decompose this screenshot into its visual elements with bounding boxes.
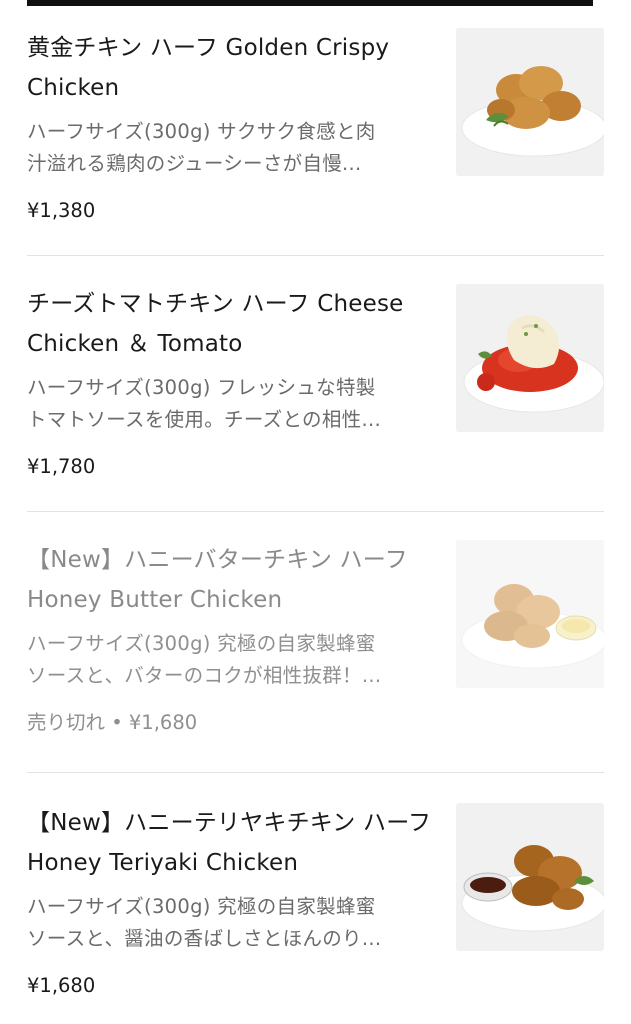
menu-item-honey-teriyaki-chicken[interactable]: 【New】ハニーテリヤキチキン ハーフ Honey Teriyaki Chick… — [27, 803, 604, 1003]
menu-item-description: ハーフサイズ(300g) フレッシュな特製 トマトソースを使用。チーズとの相性.… — [27, 376, 381, 431]
golden-crispy-chicken-photo[interactable] — [456, 28, 604, 176]
item-divider — [27, 255, 604, 256]
menu-item-title: チーズトマトチキン ハーフ Cheese Chicken ＆ Tomato — [27, 291, 404, 357]
menu-item-price: ¥1,680 — [27, 974, 96, 997]
menu-item-description: ハーフサイズ(300g) 究極の自家製蜂蜜 ソースと、醤油の香ばしさとほんのり.… — [27, 895, 382, 950]
menu-item-title: 黄金チキン ハーフ Golden Crispy Chicken — [27, 35, 390, 101]
menu-item-title: 【New】ハニーバターチキン ハーフ Honey Butter Chicken — [27, 547, 408, 613]
menu-item-price: ¥1,380 — [27, 199, 96, 222]
sold-out-price: 売り切れ • ¥1,680 — [27, 711, 198, 734]
menu-item-cheese-tomato-chicken[interactable]: チーズトマトチキン ハーフ Cheese Chicken ＆ Tomato ハー… — [27, 284, 604, 484]
item-divider — [27, 772, 604, 773]
menu-item-description: ハーフサイズ(300g) サクサク食感と肉 汁溢れる鶏肉のジューシーさが自慢..… — [27, 120, 376, 175]
honey-butter-chicken-photo[interactable] — [456, 540, 604, 688]
active-tab-indicator — [27, 0, 593, 6]
menu-item-description: ハーフサイズ(300g) 究極の自家製蜂蜜 ソースと、バターのコクが相性抜群！.… — [27, 632, 382, 687]
menu-item-price: ¥1,780 — [27, 455, 96, 478]
item-divider — [27, 511, 604, 512]
cheese-tomato-chicken-photo[interactable] — [456, 284, 604, 432]
menu-item-golden-crispy-chicken[interactable]: 黄金チキン ハーフ Golden Crispy Chicken ハーフサイズ(3… — [27, 28, 604, 228]
menu-item-honey-butter-chicken[interactable]: 【New】ハニーバターチキン ハーフ Honey Butter Chicken … — [27, 540, 604, 740]
honey-teriyaki-chicken-photo[interactable] — [456, 803, 604, 951]
menu-item-title: 【New】ハニーテリヤキチキン ハーフ Honey Teriyaki Chick… — [27, 810, 432, 876]
